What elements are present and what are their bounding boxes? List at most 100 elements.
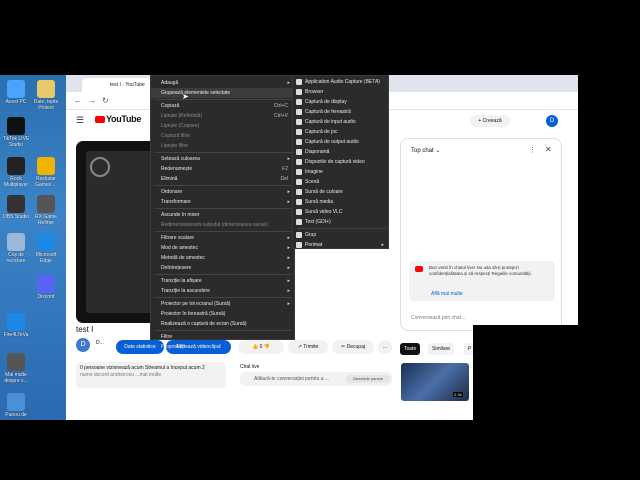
submenu-item[interactable]: Imagine <box>293 167 388 177</box>
desktop-icon[interactable]: Acest PC <box>0 80 32 105</box>
submenu-item[interactable]: Application Audio Capture (BETA) <box>293 77 388 87</box>
desktop-icon[interactable]: TikTok LIVE Studio <box>0 117 32 148</box>
submenu-item[interactable]: Sursă de culoare <box>293 187 388 197</box>
submenu-item[interactable]: Sursă video VLC <box>293 207 388 217</box>
related-video-thumbnail[interactable]: 2:34 <box>401 363 469 401</box>
desktop-icon[interactable]: Microsoft Edge <box>30 233 62 264</box>
source-type-icon <box>296 232 302 238</box>
context-menu-item[interactable]: Deîntrețesere ▸ <box>151 263 294 273</box>
desktop-icon[interactable]: RX Game Refiner <box>30 195 62 226</box>
submenu-item[interactable]: Perimat ▸ <box>293 240 388 250</box>
submenu-item[interactable]: Captură de fereastră <box>293 107 388 117</box>
desktop-icon[interactable]: Mai multe despre s... <box>0 353 32 384</box>
more-vert-icon[interactable]: ⋮ <box>529 146 536 154</box>
source-type-icon <box>296 149 302 155</box>
submenu-item[interactable]: Scenă <box>293 177 388 187</box>
chat-input[interactable]: Conversează prin chat... <box>411 315 465 321</box>
context-menu-item[interactable]: Tranziție la afișare ▸ <box>151 276 294 286</box>
desktop-icon[interactable]: Panou de <box>0 393 32 418</box>
context-menu-item[interactable]: Transformare ▸ <box>151 197 294 207</box>
menu-item-label: Transformare <box>161 199 191 205</box>
desktop-icon[interactable]: Date, tepte Proiect <box>30 80 62 111</box>
chevron-down-icon: ⌄ <box>435 148 441 154</box>
forward-icon[interactable]: → <box>88 96 96 105</box>
submenu-item-label: Captură de input audio <box>305 119 356 125</box>
context-menu-item[interactable]: Adaugă ▸ <box>151 78 294 88</box>
menu-item-label: Filtrare scalare <box>161 235 195 241</box>
share-button[interactable]: ↗ Trimite <box>288 340 328 354</box>
menu-item-label: Metodă de amestec <box>161 255 205 261</box>
context-menu-item[interactable]: Proiector în fereastră (Sursă) <box>151 309 294 319</box>
context-menu-item[interactable]: Metodă de amestec ▸ <box>151 253 294 263</box>
context-menu-item[interactable]: Proprietăți <box>151 342 294 352</box>
learn-more-link[interactable]: Află mai multe <box>431 291 463 297</box>
desktop-icon[interactable]: Rock Multiplayer <box>0 157 32 188</box>
submenu-item[interactable]: Captură de joc <box>293 127 388 137</box>
desktop-icon[interactable]: OBS Studio <box>0 195 32 220</box>
tab-youtube[interactable]: test I - YouTube <box>82 78 152 92</box>
create-button[interactable]: + Creează <box>470 115 510 127</box>
submenu-item[interactable]: Grup <box>293 230 388 240</box>
source-type-icon <box>296 79 302 85</box>
menu-separator <box>155 297 292 298</box>
submenu-item[interactable]: Text (GDI+) <box>293 217 388 227</box>
context-menu-item[interactable]: Ascunde în mixer <box>151 210 294 220</box>
clip-button[interactable]: ✂ Decupaj <box>332 340 374 354</box>
submenu-item-label: Browser <box>305 89 324 95</box>
source-type-icon <box>296 209 302 215</box>
chevron-right-icon: ▸ <box>381 242 384 248</box>
submenu-item[interactable]: Captură de output audio <box>293 137 388 147</box>
context-menu-item[interactable]: Ordonare ▸ <box>151 187 294 197</box>
open-panel-button[interactable]: Deschide panoul <box>346 375 390 383</box>
app-icon <box>37 195 55 213</box>
context-menu-item[interactable]: Mod de amestec ▸ <box>151 243 294 253</box>
desktop-icon[interactable]: Discord <box>30 275 62 300</box>
youtube-icon <box>415 266 423 272</box>
add-submenu: Application Audio Capture (BETA) Browser C… <box>292 75 389 249</box>
context-menu-item[interactable]: Proiector pe tot ecranul (Sursă) ▸ <box>151 299 294 309</box>
description-box[interactable]: 0 persoane vizionează acum Streamul a în… <box>76 362 226 388</box>
desktop-icon[interactable]: Coș de reciclare <box>0 233 32 264</box>
tab-similar[interactable]: Similare <box>428 343 455 355</box>
channel-name[interactable]: D... <box>96 340 104 346</box>
context-menu-item[interactable]: Setează culoarea ▸ <box>151 154 294 164</box>
reload-icon[interactable]: ↻ <box>102 96 109 105</box>
menu-item-shortcut: Del <box>280 176 288 182</box>
context-menu-item[interactable]: Realizează o captură de ecran (Sursă) <box>151 319 294 329</box>
back-icon[interactable]: ← <box>74 96 82 105</box>
context-menu-item[interactable]: Filtre <box>151 332 294 342</box>
submenu-item[interactable]: Captură de input audio <box>293 117 388 127</box>
context-menu: Adaugă ▸ Grupează elementele selectate Copi… <box>150 75 295 350</box>
youtube-logo-icon[interactable] <box>95 116 105 123</box>
submenu-item[interactable]: Browser <box>293 87 388 97</box>
menu-separator <box>155 208 292 209</box>
desktop-icon[interactable]: Fire4LTeVa <box>0 313 32 338</box>
context-menu-item[interactable]: Copiază Ctrl+C <box>151 101 294 111</box>
channel-avatar[interactable]: D <box>76 338 90 352</box>
close-icon[interactable]: ✕ <box>545 145 552 154</box>
menu-icon[interactable]: ☰ <box>76 115 84 126</box>
chat-mode-dropdown[interactable]: Top chat ⌄ <box>411 147 440 154</box>
source-type-icon <box>296 129 302 135</box>
source-type-icon <box>296 189 302 195</box>
app-icon <box>7 195 25 213</box>
context-menu-item[interactable]: Elimină Del <box>151 174 294 184</box>
submenu-item[interactable]: Sursă media <box>293 197 388 207</box>
tab-all[interactable]: Toate <box>400 343 421 355</box>
submenu-item[interactable]: Diaporamă <box>293 147 388 157</box>
submenu-item[interactable]: Dispozitiv de captură video <box>293 157 388 167</box>
youtube-logo-text[interactable]: YouTube <box>106 114 141 124</box>
account-avatar[interactable]: D <box>546 115 558 127</box>
context-menu-item[interactable]: Filtrare scalare ▸ <box>151 233 294 243</box>
context-menu-item[interactable]: Tranziție la ascundere ▸ <box>151 286 294 296</box>
context-menu-item[interactable]: Grupează elementele selectate <box>151 88 294 98</box>
desktop-icon[interactable]: Rockstar Games ... <box>30 157 62 188</box>
submenu-item-label: Grup <box>305 232 317 238</box>
menu-item-label: Elimină <box>161 176 178 182</box>
submenu-item[interactable]: Captură de display <box>293 97 388 107</box>
menu-item-label: Ascunde în mixer <box>161 212 200 218</box>
context-menu-item[interactable]: Redenumește F2 <box>151 164 294 174</box>
more-actions-button[interactable]: ... <box>378 340 392 354</box>
menu-item-shortcut: F2 <box>282 166 288 172</box>
app-icon <box>7 233 25 251</box>
